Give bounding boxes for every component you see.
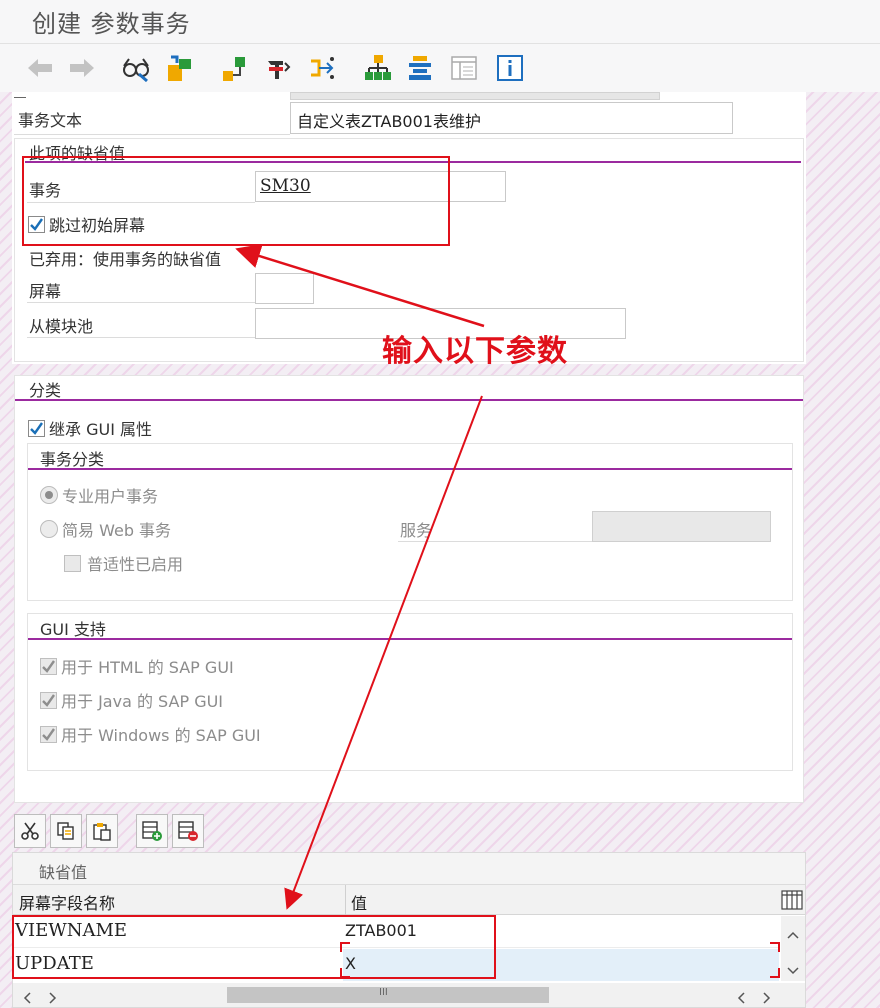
arrow-to-grid <box>284 395 483 910</box>
annotation-arrows <box>235 244 485 910</box>
annotation-text: 输入以下参数 <box>382 334 568 369</box>
arrow-to-defaults <box>235 244 485 328</box>
